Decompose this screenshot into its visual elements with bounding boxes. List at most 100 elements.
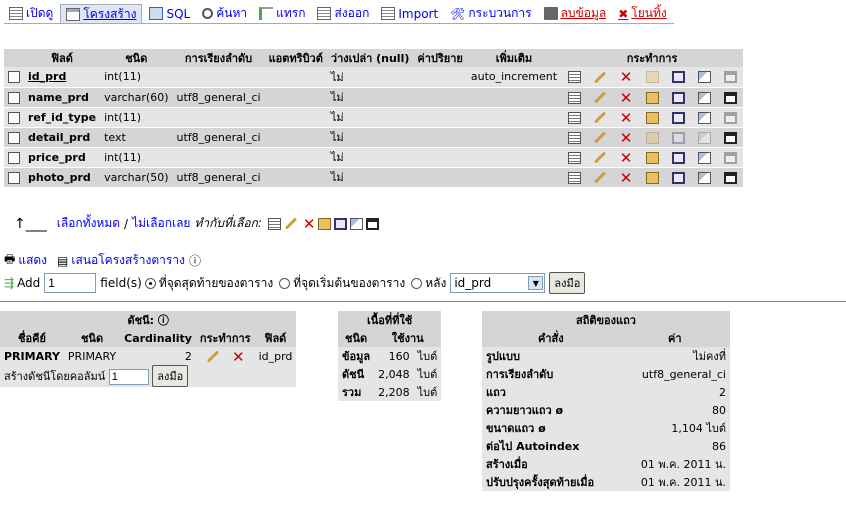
tab-sql[interactable]: SQL: [144, 4, 195, 23]
index-icon[interactable]: [697, 131, 711, 144]
primary-key-icon[interactable]: [645, 111, 659, 124]
primary-key-icon[interactable]: [645, 71, 659, 84]
help-icon[interactable]: ⓘ: [189, 252, 201, 269]
browse-values-icon[interactable]: [567, 131, 581, 144]
drop-field-icon[interactable]: ✕: [620, 130, 633, 145]
browse-values-icon[interactable]: [567, 71, 581, 84]
edit-field-icon[interactable]: [594, 131, 607, 144]
field-type: int(11): [100, 67, 173, 88]
arrow-up-icon: ↑___: [14, 215, 47, 232]
edit-field-icon[interactable]: [594, 91, 607, 104]
drop-field-icon[interactable]: ✕: [620, 70, 633, 85]
unique-selected-icon[interactable]: [334, 217, 348, 230]
unique-icon[interactable]: [671, 91, 685, 104]
drop-index-icon[interactable]: ✕: [232, 349, 245, 364]
index-icon[interactable]: [697, 71, 711, 84]
tab-insert[interactable]: แทรก: [254, 4, 310, 23]
insert-icon: [259, 7, 274, 20]
add-field-go-button[interactable]: ลงมือ: [549, 272, 586, 294]
primary-key-icon[interactable]: [645, 91, 659, 104]
tab-export[interactable]: ส่งออก: [312, 4, 374, 23]
browse-values-icon[interactable]: [567, 111, 581, 124]
field-extra: [466, 107, 562, 128]
edit-field-icon[interactable]: [594, 151, 607, 164]
sql-icon: [149, 7, 164, 20]
drop-selected-icon[interactable]: ✕: [303, 216, 316, 231]
index-selected-icon[interactable]: [350, 217, 364, 230]
unique-icon[interactable]: [671, 151, 685, 164]
at-begin-radio[interactable]: [279, 277, 291, 289]
propose-icon: ▤: [57, 253, 69, 268]
tab-operations[interactable]: 🛠 กระบวนการ: [445, 4, 536, 23]
table-row: detail_prd text utf8_general_ci ไม่ ✕: [4, 127, 744, 148]
index-icon[interactable]: [697, 111, 711, 124]
row-checkbox[interactable]: [8, 111, 20, 124]
primary-selected-icon[interactable]: [318, 217, 332, 230]
tab-import[interactable]: Import: [376, 4, 443, 23]
fulltext-icon[interactable]: [723, 91, 737, 104]
table-row: price_prd int(11) ไม่ ✕: [4, 147, 744, 168]
help-icon[interactable]: ⓘ: [158, 314, 169, 327]
drop-field-icon[interactable]: ✕: [620, 150, 633, 165]
browse-values-icon[interactable]: [567, 151, 581, 164]
add-field-count-input[interactable]: [44, 273, 97, 293]
field-default: [413, 167, 467, 188]
unique-icon[interactable]: [671, 131, 685, 144]
row-checkbox[interactable]: [8, 171, 20, 184]
primary-key-icon[interactable]: [645, 171, 659, 184]
unique-icon[interactable]: [671, 171, 685, 184]
index-icon[interactable]: [697, 151, 711, 164]
edit-selected-icon[interactable]: [284, 217, 297, 230]
tab-structure[interactable]: โครงสร้าง: [60, 4, 143, 23]
row-checkbox[interactable]: [8, 131, 20, 144]
edit-field-icon[interactable]: [594, 111, 607, 124]
create-index-go-button[interactable]: ลงมือ: [152, 365, 189, 387]
tab-search[interactable]: ค้นหา: [197, 4, 252, 23]
fulltext-selected-icon[interactable]: [366, 217, 380, 230]
after-field-select[interactable]: id_prd ▼: [450, 273, 546, 293]
header-extra: เพิ่มเติม: [466, 49, 562, 67]
row-checkbox[interactable]: [8, 151, 20, 164]
stat-value: ไม่คงที่: [619, 347, 730, 365]
fulltext-icon[interactable]: [723, 131, 737, 144]
field-null: ไม่: [326, 167, 414, 188]
tab-drop[interactable]: ✖ โยนทิ้ง: [613, 4, 672, 23]
browse-values-icon[interactable]: [567, 171, 581, 184]
drop-field-icon[interactable]: ✕: [620, 110, 633, 125]
select-all-link[interactable]: เลือกทั้งหมด: [57, 214, 120, 233]
tab-empty[interactable]: ลบข้อมูล: [539, 4, 612, 23]
primary-key-icon[interactable]: [645, 131, 659, 144]
fulltext-icon[interactable]: [723, 111, 737, 124]
unique-icon[interactable]: [671, 71, 685, 84]
table-row: ข้อมูล 160 ไบต์: [338, 347, 442, 365]
fulltext-icon[interactable]: [723, 71, 737, 84]
header-default: ค่าปริยาย: [413, 49, 467, 67]
drop-field-icon[interactable]: ✕: [620, 90, 633, 105]
print-view-link[interactable]: แสดง: [18, 251, 47, 270]
row-checkbox[interactable]: [8, 71, 20, 84]
row-checkbox[interactable]: [8, 91, 20, 104]
indexes-table: ดัชนี: ⓘ ชื่อคีย์ ชนิด Cardinality กระทำ…: [0, 311, 297, 387]
primary-key-icon[interactable]: [645, 151, 659, 164]
edit-field-icon[interactable]: [594, 71, 607, 84]
header-field: ฟิลด์: [24, 49, 101, 67]
browse-values-icon[interactable]: [567, 91, 581, 104]
propose-structure-link[interactable]: เสนอโครงสร้างตาราง: [71, 251, 185, 270]
tab-browse[interactable]: เปิดดู: [4, 4, 58, 23]
field-type: varchar(50): [100, 167, 173, 188]
index-icon[interactable]: [697, 91, 711, 104]
drop-field-icon[interactable]: ✕: [620, 170, 633, 185]
edit-index-icon[interactable]: [206, 350, 219, 363]
deselect-all-link[interactable]: ไม่เลือกเลย: [132, 214, 190, 233]
index-icon[interactable]: [697, 171, 711, 184]
at-end-radio[interactable]: [144, 277, 156, 289]
create-index-count-input[interactable]: [108, 369, 149, 385]
browse-selected-icon[interactable]: [267, 217, 281, 230]
field-name: photo_prd: [24, 167, 101, 188]
field-attributes: [264, 167, 327, 188]
edit-field-icon[interactable]: [594, 171, 607, 184]
unique-icon[interactable]: [671, 111, 685, 124]
after-radio[interactable]: [411, 277, 423, 289]
fulltext-icon[interactable]: [723, 171, 737, 184]
fulltext-icon[interactable]: [723, 151, 737, 164]
